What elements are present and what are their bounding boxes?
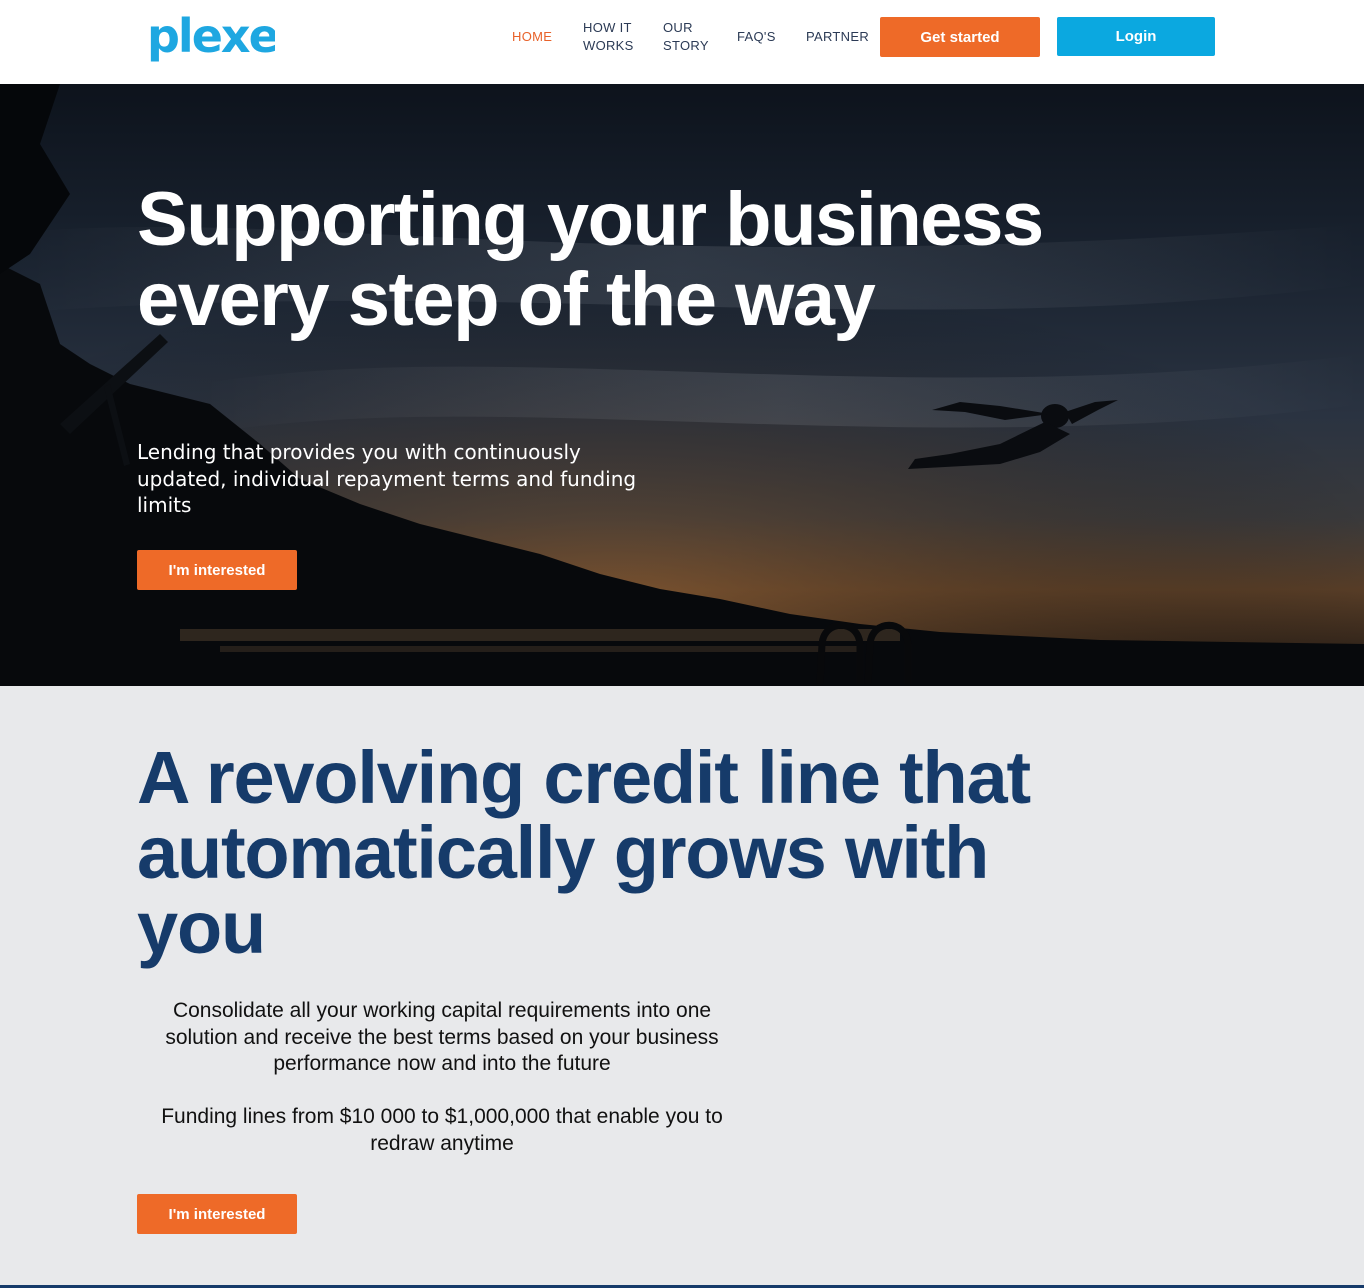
section-title: A revolving credit line that automatical…	[137, 736, 1031, 969]
nav-how-it-works[interactable]: HOW IT WORKS	[583, 19, 634, 55]
get-started-button[interactable]: Get started	[880, 17, 1040, 57]
nav-home[interactable]: HOME	[512, 28, 552, 46]
hero-interested-button[interactable]: I'm interested	[137, 550, 297, 590]
login-button[interactable]: Login	[1057, 17, 1215, 56]
plexe-logo[interactable]: plexe	[145, 8, 275, 68]
nav-faqs[interactable]: FAQ'S	[737, 28, 776, 46]
hero-subtitle: Lending that provides you with continuou…	[137, 440, 637, 517]
credit-line-section: A revolving credit line that automatical…	[0, 686, 1364, 1288]
section-paragraph-consolidate: Consolidate all your working capital req…	[165, 999, 719, 1075]
hero-background-image	[0, 84, 1364, 686]
hero-title: Supporting your business every step of t…	[137, 177, 1044, 342]
section-paragraph-funding: Funding lines from $10 000 to $1,000,000…	[161, 1105, 723, 1155]
svg-text:plexe: plexe	[147, 9, 275, 63]
site-header: plexe HOME HOW IT WORKS OUR STORY FAQ'S …	[0, 0, 1364, 84]
section-interested-button[interactable]: I'm interested	[137, 1194, 297, 1234]
nav-our-story[interactable]: OUR STORY	[663, 19, 709, 55]
hero-section: Supporting your business every step of t…	[0, 84, 1364, 686]
nav-partner[interactable]: PARTNER	[806, 28, 869, 46]
